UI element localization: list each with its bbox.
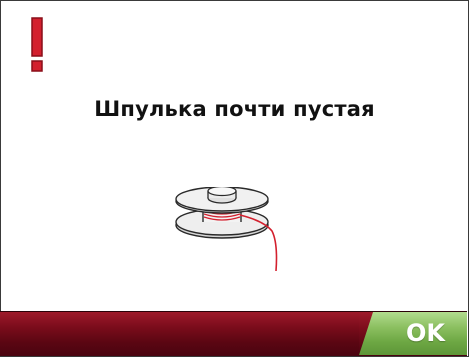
ok-button-label: OK bbox=[406, 319, 445, 347]
dialog-screen: Шпулька почти пустая bbox=[0, 0, 469, 357]
ok-button[interactable]: OK bbox=[359, 312, 467, 355]
message-text: Шпулька почти пустая bbox=[94, 97, 375, 121]
bobbin-icon bbox=[175, 187, 278, 272]
exclamation-icon bbox=[31, 17, 43, 72]
